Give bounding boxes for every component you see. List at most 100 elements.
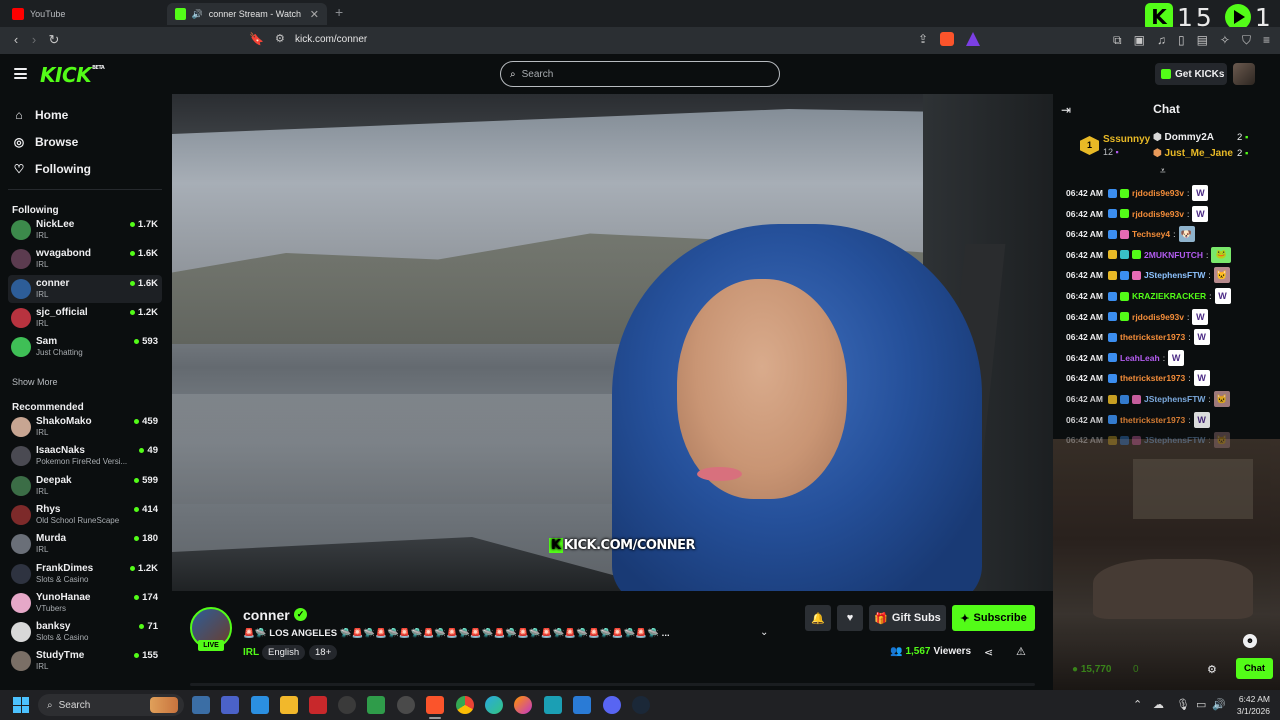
chrome-icon[interactable] — [456, 696, 474, 714]
chat-send-button[interactable]: Chat — [1236, 658, 1273, 679]
hamburger-menu-icon[interactable] — [14, 68, 27, 79]
reload-icon[interactable]: ↻ — [46, 32, 62, 48]
chat-username[interactable]: JStephensFTW — [1144, 394, 1205, 404]
taskbar-clock[interactable]: 6:42 AM 3/1/2026 — [1228, 693, 1270, 717]
subscribe-button[interactable]: ✦ Subscribe — [952, 605, 1035, 631]
user-avatar[interactable] — [1233, 63, 1255, 85]
sidebar-channel-yunohanae[interactable]: YunoHanae VTubers 174 — [8, 589, 162, 617]
windows-start-icon[interactable] — [13, 697, 29, 713]
chat-emote-icon[interactable]: W — [1192, 185, 1209, 201]
sidebar-channel-wvagabond[interactable]: wvagabond IRL 1.6K — [8, 245, 162, 273]
chat-message[interactable]: 06:42 AM thetrickster1973: W — [1066, 328, 1210, 346]
url-text[interactable]: kick.com/conner — [295, 34, 367, 45]
search-input[interactable]: ⌕ Search — [500, 61, 780, 87]
chat-settings-icon[interactable]: ⚙ — [1207, 663, 1217, 676]
close-tab-icon[interactable]: ✕ — [310, 8, 319, 21]
notification-bell-button[interactable]: 🔔 — [805, 605, 831, 631]
chat-emote-icon[interactable]: 🐸 — [1211, 246, 1232, 263]
leaderboard-entry[interactable]: ⬢ Just_Me_Jane — [1153, 148, 1233, 159]
tag-english[interactable]: English — [262, 645, 306, 660]
tag-18plus[interactable]: 18+ — [309, 645, 338, 660]
firefox-icon[interactable] — [514, 696, 532, 714]
sidebar-channel-nicklee[interactable]: NickLee IRL 1.7K — [8, 216, 162, 244]
share-icon[interactable]: ⋖ — [984, 646, 993, 659]
discord-icon[interactable] — [603, 696, 621, 714]
chat-emote-icon[interactable]: W — [1193, 329, 1210, 346]
share-page-icon[interactable]: ⇪ — [918, 32, 928, 46]
brave-browser-icon[interactable] — [426, 696, 444, 714]
report-icon[interactable]: ⚠ — [1016, 645, 1026, 658]
chat-message[interactable]: 06:42 AM 2MUKNFUTCH: 🐸 — [1066, 246, 1232, 264]
chat-username[interactable]: rjdodis9e93v — [1132, 209, 1184, 219]
chat-emote-icon[interactable]: 🐱 — [1213, 391, 1230, 407]
chat-username[interactable]: JStephensFTW — [1144, 435, 1205, 445]
sidebar-channel-rhys[interactable]: Rhys Old School RuneScape 414 — [8, 501, 162, 529]
chat-username[interactable]: 2MUKNFUTCH — [1144, 250, 1203, 260]
sidebar-channel-isaacnaks[interactable]: IsaacNaks Pokemon FireRed Versi... 49 — [8, 442, 162, 470]
file-explorer-icon[interactable] — [280, 696, 298, 714]
steam-icon[interactable] — [632, 696, 650, 714]
chat-username[interactable]: thetrickster1973 — [1120, 332, 1185, 342]
wallet-card-icon[interactable]: ▤ — [1197, 33, 1208, 48]
top-gifter-name[interactable]: Sssunnyy — [1103, 134, 1150, 145]
sidebar-icon[interactable]: ▯ — [1178, 33, 1185, 48]
sidebar-channel-studytme[interactable]: StudyTme IRL 155 — [8, 647, 162, 675]
chat-message[interactable]: 06:42 AM JStephensFTW: 🐱 — [1066, 431, 1230, 449]
expand-leaderboard-icon[interactable]: ⩡ — [1160, 166, 1166, 177]
sidebar-channel-conner[interactable]: conner IRL 1.6K — [8, 274, 162, 303]
volume-icon[interactable]: 🔊 — [1212, 698, 1226, 711]
sidebar-channel-sjc_official[interactable]: sjc_official IRL 1.2K — [8, 304, 162, 332]
emoji-icon[interactable]: ☻ — [1243, 634, 1257, 648]
chat-username[interactable]: Techsey4 — [1132, 229, 1170, 239]
chat-message[interactable]: 06:42 AM KRAZIEKRACKER: W — [1066, 287, 1231, 305]
site-info-icon[interactable]: ⚙ — [275, 32, 285, 45]
chat-username[interactable]: rjdodis9e93v — [1132, 188, 1184, 198]
vpn-icon[interactable]: ⛉ — [1242, 33, 1251, 48]
menu-icon[interactable]: ≡ — [1263, 33, 1270, 48]
taskbar-app-icon[interactable] — [338, 696, 356, 714]
chat-emote-icon[interactable]: W — [1168, 349, 1185, 366]
brave-shield-icon[interactable] — [940, 32, 954, 46]
sidebar-channel-banksy[interactable]: banksy Slots & Casino 71 — [8, 618, 162, 646]
chat-emote-icon[interactable]: 🐱 — [1213, 432, 1230, 449]
chat-username[interactable]: thetrickster1973 — [1120, 415, 1185, 425]
kick-logo[interactable]: KICKBETA — [40, 63, 105, 87]
chat-username[interactable]: thetrickster1973 — [1120, 373, 1185, 383]
sidebar-item-home[interactable]: ⌂ Home — [12, 108, 68, 122]
tab-kick-conner[interactable]: 🔊 conner Stream - Watch Live o ✕ — [167, 3, 327, 25]
category-link[interactable]: IRL — [243, 647, 259, 658]
chat-message[interactable]: 06:42 AM rjdodis9e93v: W — [1066, 308, 1209, 326]
sidebar-channel-frankdimes[interactable]: FrankDimes Slots & Casino 1.2K — [8, 560, 162, 588]
leaderboard-entry[interactable]: ⬢ Dommy2A — [1153, 132, 1214, 143]
url-field[interactable]: 🔖 ⚙ kick.com/conner ⇪ — [245, 31, 990, 50]
chat-message[interactable]: 06:42 AM JStephensFTW: 🐱 — [1066, 266, 1230, 284]
chat-emote-icon[interactable]: W — [1192, 205, 1209, 222]
chat-message[interactable]: 06:42 AM JStephensFTW: 🐱 — [1066, 390, 1230, 408]
chat-username[interactable]: KRAZIEKRACKER — [1132, 291, 1206, 301]
chat-message[interactable]: 06:42 AM rjdodis9e93v: W — [1066, 205, 1209, 223]
chat-emote-icon[interactable]: W — [1192, 308, 1209, 325]
brave-rewards-icon[interactable] — [966, 32, 980, 46]
taskbar-search[interactable]: ⌕ Search — [38, 694, 184, 716]
chat-emote-icon[interactable]: 🐶 — [1178, 226, 1195, 243]
tab-youtube[interactable]: YouTube — [4, 3, 164, 25]
sidebar-channel-deepak[interactable]: Deepak IRL 599 — [8, 472, 162, 500]
tray-app-icon[interactable]: ☁ — [1153, 698, 1164, 711]
sidebar-item-following[interactable]: ♡ Following — [12, 162, 91, 176]
taskbar-app-icon[interactable] — [309, 696, 327, 714]
chevron-down-icon[interactable]: ⌄ — [760, 627, 768, 638]
sidebar-item-browse[interactable]: ◎ Browse — [12, 135, 79, 149]
leo-icon[interactable]: ✧ — [1220, 33, 1230, 48]
video-player[interactable]: K KICK.COM/CONNER — [172, 94, 1053, 591]
follow-heart-button[interactable]: ♥ — [837, 605, 863, 631]
microphone-icon[interactable]: 🎙 — [1176, 698, 1190, 711]
taskbar-app-icon[interactable] — [221, 696, 239, 714]
page-scrollbar[interactable] — [190, 683, 1035, 686]
chat-emote-icon[interactable]: W — [1193, 370, 1210, 387]
chat-message[interactable]: 06:42 AM rjdodis9e93v: W — [1066, 184, 1209, 202]
sidebar-channel-murda[interactable]: Murda IRL 180 — [8, 530, 162, 558]
taskbar-app-icon[interactable] — [544, 696, 562, 714]
chat-message[interactable]: 06:42 AM Techsey4: 🐶 — [1066, 225, 1195, 243]
chat-username[interactable]: JStephensFTW — [1144, 270, 1205, 280]
chat-message[interactable]: 06:42 AM thetrickster1973: W — [1066, 369, 1210, 387]
